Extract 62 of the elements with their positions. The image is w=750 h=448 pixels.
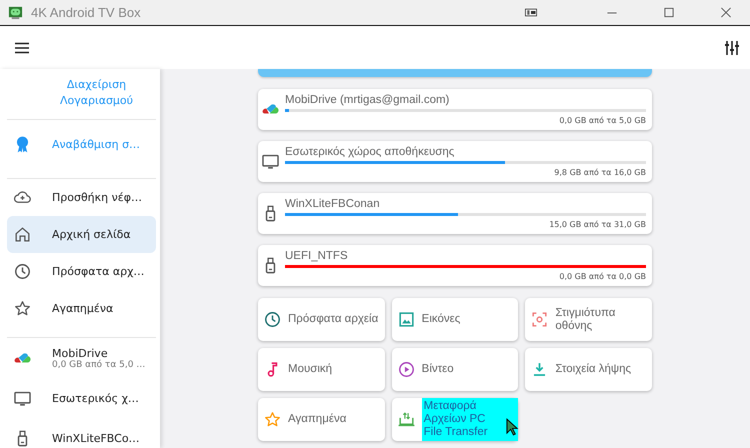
storage-usage: 0,0 GB από τα 0,0 GB xyxy=(558,272,646,281)
sidebar-item-label: Αρχική σελίδα xyxy=(52,228,131,241)
storage-item[interactable]: Εσωτερικός χ… xyxy=(7,378,156,418)
sidebar-item-label: Αγαπημένα xyxy=(52,302,114,315)
sidebar-item[interactable]: Αγαπημένα xyxy=(7,290,156,327)
mouse-cursor-icon xyxy=(506,418,519,437)
home-icon xyxy=(13,225,32,244)
star-icon xyxy=(263,410,282,429)
shortcut-tile[interactable]: Μεταφορά Αρχείων PC File Transfer xyxy=(392,398,518,441)
sidebar-item-label: Προσθήκη νέφ… xyxy=(52,191,142,204)
shortcut-tile[interactable]: Αγαπημένα xyxy=(258,398,385,441)
upgrade-label: Αναβάθμιση σ… xyxy=(52,138,140,150)
shortcut-label: Αγαπημένα xyxy=(288,413,346,426)
storage-label: MobiDrive xyxy=(52,346,109,360)
shortcut-label: Μουσική xyxy=(288,363,332,376)
shortcut-tile[interactable]: Βίντεο xyxy=(392,348,518,391)
play-circle-icon xyxy=(396,360,416,379)
laptop-transfer-icon xyxy=(396,410,416,429)
shortcut-label: Στοιχεία λήψης xyxy=(555,363,632,376)
sidebar-item-label: Πρόσφατα αρχ… xyxy=(52,265,144,278)
shortcut-label: Στιγμιότυπα οθόνης xyxy=(555,306,616,332)
shortcut-tile[interactable]: Εικόνες xyxy=(392,298,518,341)
shortcut-tile[interactable]: Στιγμιότυπα οθόνης xyxy=(525,298,652,341)
sidebar-item[interactable]: Πρόσφατα αρχ… xyxy=(7,253,156,290)
monitor-icon xyxy=(261,152,280,171)
storage-label: Εσωτερικός χ… xyxy=(52,392,139,404)
storage-name: MobiDrive (mrtigas@gmail.com) xyxy=(285,94,450,106)
maximize-icon xyxy=(663,7,675,18)
sidebar-item[interactable]: Προσθήκη νέφ… xyxy=(7,179,156,216)
close-icon xyxy=(720,7,732,18)
storage-card[interactable]: MobiDrive (mrtigas@gmail.com) 0,0 GB από τα 5,0 GB xyxy=(258,89,652,130)
shortcut-tile[interactable]: Στοιχεία λήψης xyxy=(525,348,652,391)
storage-usage: 0,0 GB από τα 5,0 … xyxy=(52,360,146,370)
storage-card[interactable]: UEFI_NTFS 0,0 GB από τα 0,0 GB xyxy=(258,245,652,286)
shortcut-label: Βίντεο xyxy=(422,363,454,376)
clock-icon xyxy=(13,262,32,281)
storage-name: WinXLiteFBConan xyxy=(285,198,381,210)
storage-item[interactable]: WinXLiteFBCo… xyxy=(7,418,156,448)
storage-usage: 15,0 GB από τα 31,0 GB xyxy=(548,220,646,229)
menu-icon xyxy=(14,40,30,56)
storage-usage: 0,0 GB από τα 5,0 GB xyxy=(558,116,646,125)
shortcut-label: Εικόνες xyxy=(422,313,460,326)
storage-usage: 9,8 GB από τα 16,0 GB xyxy=(553,168,646,177)
storage-card[interactable]: WinXLiteFBConan 15,0 GB από τα 31,0 GB xyxy=(258,193,652,234)
shortcut-label: Πρόσφατα αρχεία xyxy=(288,313,378,326)
shortcut-label: Μεταφορά Αρχείων PC File Transfer xyxy=(422,398,518,441)
storage-label: WinXLiteFBCo… xyxy=(52,432,140,444)
storage-item[interactable]: MobiDrive 0,0 GB από τα 5,0 … xyxy=(7,338,156,378)
shortcut-tile[interactable]: Μουσική xyxy=(258,348,385,391)
sliders-icon xyxy=(724,40,740,56)
storage-card[interactable]: Εσωτερικός χώρος αποθήκευσης 9,8 GB από τα 16,0 GB xyxy=(258,141,652,182)
window-title: 4K Android TV Box xyxy=(31,5,141,20)
screenshot-frame-icon xyxy=(530,310,550,329)
storage-name: Εσωτερικός χώρος αποθήκευσης xyxy=(285,146,456,158)
sidebar-item[interactable]: Αρχική σελίδα xyxy=(7,216,156,253)
shortcut-tile[interactable]: Πρόσφατα αρχεία xyxy=(258,298,385,341)
image-icon xyxy=(396,310,416,329)
storage-name: UEFI_NTFS xyxy=(285,250,349,262)
star-icon xyxy=(13,299,32,318)
android-app-icon xyxy=(8,5,23,20)
device-icon xyxy=(525,7,537,18)
clock-icon xyxy=(263,310,282,329)
